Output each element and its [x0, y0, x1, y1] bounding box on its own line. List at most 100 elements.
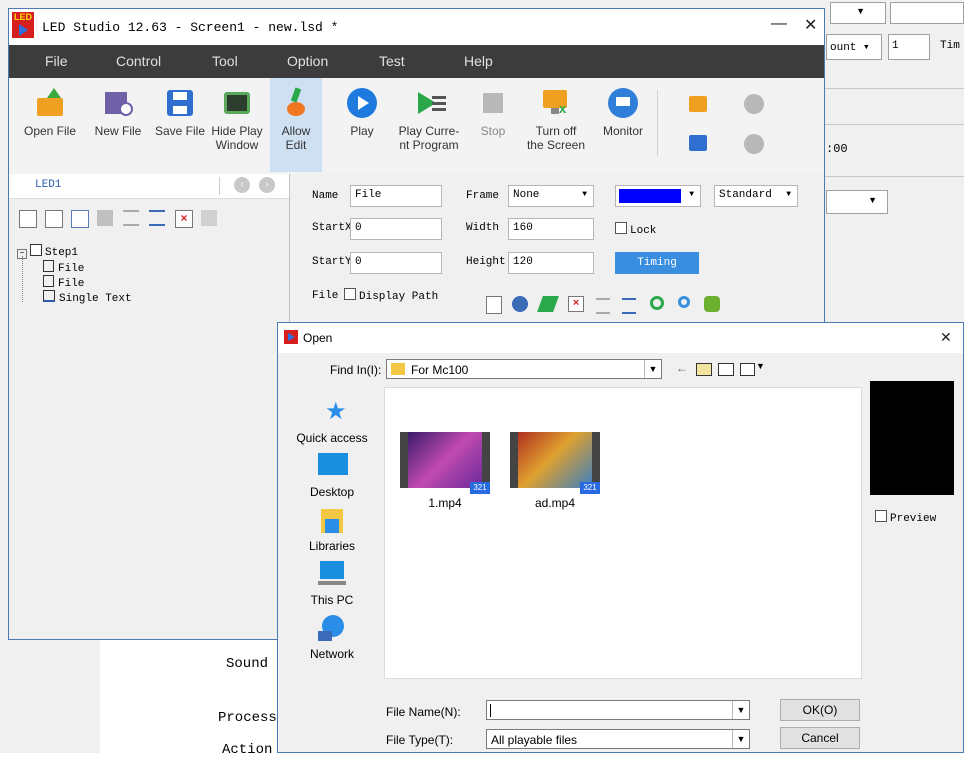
move-down-icon[interactable] [149, 210, 165, 226]
copy-icon[interactable] [97, 210, 113, 226]
ok-button[interactable]: OK(O) [780, 699, 860, 721]
menu-file[interactable]: File [45, 53, 68, 69]
stop-button[interactable]: Stop [471, 78, 515, 172]
find-in-dropdown[interactable]: For Mc100 ▼ [386, 359, 662, 379]
name-label: Name [312, 190, 339, 202]
play-current-program-button[interactable]: Play Curre- nt Program [389, 78, 469, 172]
window-title: LED Studio 12.63 - Screen1 - new.lsd * [42, 20, 339, 35]
file-down-icon[interactable] [622, 298, 636, 314]
place-desktop[interactable]: Desktop [292, 451, 372, 499]
open-file-button[interactable]: Open File [15, 78, 85, 172]
stop-icon [478, 88, 508, 118]
bg-divider [820, 124, 964, 125]
minimize-button[interactable]: — [771, 15, 787, 33]
delete-icon[interactable]: × [175, 210, 193, 228]
up-folder-icon[interactable] [696, 363, 712, 376]
new-folder-icon[interactable] [718, 363, 734, 376]
lock-checkbox[interactable]: Lock [615, 222, 656, 237]
bg-count-dropdown[interactable]: ount ▾ [826, 34, 882, 60]
allow-edit-button[interactable]: Allow Edit [270, 78, 322, 172]
hide-play-window-button[interactable]: Hide Play Window [209, 78, 265, 172]
place-network[interactable]: Network [292, 613, 372, 661]
menu-option[interactable]: Option [287, 53, 328, 69]
video-thumbnail: 321 [510, 432, 600, 494]
star-icon: ★ [325, 398, 347, 425]
close-button[interactable]: ✕ [804, 15, 817, 35]
edit-file-icon[interactable] [537, 296, 559, 312]
previous-icon[interactable]: ‹ [234, 177, 250, 193]
add-file-icon[interactable] [486, 296, 502, 314]
add-program-icon[interactable] [19, 210, 37, 228]
place-quick-access[interactable]: ★ Quick access [292, 397, 372, 446]
move-up-icon[interactable] [123, 210, 139, 226]
places-bar: ★ Quick access Desktop Libraries This PC… [284, 387, 382, 679]
lock-screen-icon[interactable] [689, 96, 707, 112]
menu-tool[interactable]: Tool [212, 53, 238, 69]
file-type-dropdown[interactable]: All playable files ▼ [486, 729, 750, 749]
display-settings-icon[interactable] [689, 135, 707, 151]
tree-item-file[interactable]: File [43, 260, 84, 275]
video-thumbnail: 321 [400, 432, 490, 494]
name-field[interactable]: File [350, 185, 442, 207]
turn-off-screen-button[interactable]: x Turn off the Screen [521, 78, 591, 172]
width-field[interactable]: 160 [508, 218, 594, 240]
monitor-off-icon: x [541, 88, 571, 118]
file-item-1-mp4[interactable]: 321 1.mp4 [395, 432, 495, 510]
place-libraries[interactable]: Libraries [292, 505, 372, 553]
add-web-icon[interactable] [512, 296, 528, 312]
color-picker[interactable]: ▼ [615, 185, 701, 207]
bg-dropdown-mid[interactable]: ▼ [826, 190, 888, 214]
file-list: 321 1.mp4 321 ad.mp4 [384, 387, 862, 679]
power-on-icon[interactable] [744, 94, 764, 114]
startx-field[interactable]: 0 [350, 218, 442, 240]
led-screen-tab[interactable]: LED1 ‹ › [9, 174, 289, 199]
dialog-close-button[interactable]: ✕ [940, 329, 952, 346]
view-menu-icon[interactable] [740, 363, 755, 376]
app-logo-icon: LED [12, 12, 34, 38]
remove-file-icon[interactable]: × [568, 296, 584, 312]
frame-dropdown[interactable]: None ▼ [508, 185, 594, 207]
bg-field-top[interactable] [890, 2, 964, 24]
file-item-ad-mp4[interactable]: 321 ad.mp4 [505, 432, 605, 510]
next-icon[interactable]: › [259, 177, 275, 193]
properties-icon[interactable] [71, 210, 89, 228]
monitor-button[interactable]: Monitor [595, 78, 651, 172]
new-file-icon [103, 88, 133, 118]
new-file-button[interactable]: New File [87, 78, 149, 172]
back-icon[interactable]: ← [676, 361, 688, 375]
style-dropdown[interactable]: Standard ▼ [714, 185, 798, 207]
bg-divider [820, 176, 964, 177]
tree-item-file[interactable]: File [43, 275, 84, 290]
monitor-icon [608, 88, 638, 118]
file-name-field[interactable]: ▼ [486, 700, 750, 720]
bg-count-field[interactable]: 1 [888, 34, 930, 60]
save-file-button[interactable]: Save File [149, 78, 211, 172]
tree-root[interactable]: − Step1 [17, 244, 78, 259]
starty-field[interactable]: 0 [350, 252, 442, 274]
add-area-icon[interactable] [45, 210, 63, 228]
bg-time-value: :00 [826, 142, 848, 156]
timing-button[interactable]: Timing [615, 252, 699, 274]
gear-icon[interactable] [704, 296, 720, 312]
preview-checkbox[interactable]: Preview [875, 510, 936, 525]
menu-control[interactable]: Control [116, 53, 161, 69]
startx-label: StartX [312, 222, 352, 234]
find-in-label: Find In(I): [330, 363, 382, 377]
cancel-button[interactable]: Cancel [780, 727, 860, 749]
place-this-pc[interactable]: This PC [292, 559, 372, 607]
dialog-title: Open [303, 331, 333, 345]
file-up-icon[interactable] [596, 298, 610, 314]
desktop-icon [316, 451, 348, 481]
refresh-icon[interactable] [650, 296, 664, 310]
chevron-down-icon[interactable]: ▼ [756, 361, 765, 371]
bg-dropdown-top[interactable]: ▼ [830, 2, 886, 24]
search-icon[interactable] [678, 296, 690, 308]
power-off-icon[interactable] [744, 134, 764, 154]
play-button[interactable]: Play [339, 78, 385, 172]
menu-test[interactable]: Test [379, 53, 405, 69]
height-field[interactable]: 120 [508, 252, 594, 274]
trash-icon[interactable] [201, 210, 217, 226]
menu-help[interactable]: Help [464, 53, 493, 69]
display-path-checkbox[interactable]: Display Path [344, 288, 438, 303]
tree-item-single-text[interactable]: Single Text [43, 290, 132, 305]
